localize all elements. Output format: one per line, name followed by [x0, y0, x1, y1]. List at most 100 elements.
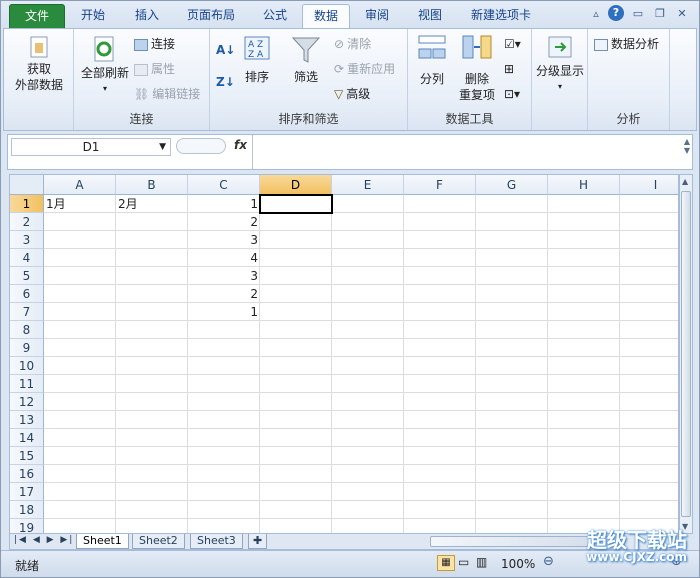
clear-button[interactable]: ⊘ 清除	[334, 35, 371, 53]
reapply-button[interactable]: ⟳ 重新应用	[334, 60, 395, 78]
sheet-tab-1[interactable]: Sheet1	[76, 534, 129, 549]
remove-duplicates-button[interactable]: 删除 重复项	[452, 33, 502, 103]
active-cell-d1[interactable]	[259, 194, 333, 214]
tab-data[interactable]: 数据	[302, 4, 350, 29]
normal-view-icon[interactable]: ▦	[437, 555, 455, 571]
sort-za-icon[interactable]: Z↓	[216, 73, 235, 91]
cell-c7[interactable]: 1	[188, 303, 260, 321]
zoom-level[interactable]: 100%	[501, 557, 535, 571]
table-row	[44, 519, 678, 533]
minimize-icon[interactable]: ▭	[630, 7, 646, 21]
tab-insert[interactable]: 插入	[125, 4, 169, 29]
cell-c2[interactable]: 2	[188, 213, 260, 231]
what-if-icon[interactable]: ⊡▾	[504, 85, 520, 103]
cell-b1[interactable]: 2月	[116, 195, 188, 213]
row-header-19[interactable]: 19	[10, 519, 44, 533]
name-box-dropdown-icon[interactable]: ▼	[159, 139, 166, 155]
row-header-14[interactable]: 14	[10, 429, 44, 447]
row-header-12[interactable]: 12	[10, 393, 44, 411]
outline-button[interactable]: 分级显示 ▾	[534, 35, 586, 95]
zoom-out-icon[interactable]: ⊖	[543, 554, 554, 569]
column-header-i[interactable]: I	[620, 175, 678, 195]
row-header-18[interactable]: 18	[10, 501, 44, 519]
row-header-7[interactable]: 7	[10, 303, 44, 321]
get-external-data-button[interactable]: 获取 外部数据	[8, 35, 70, 93]
row-header-2[interactable]: 2	[10, 213, 44, 231]
properties-button[interactable]: 属性	[134, 60, 175, 78]
tab-review[interactable]: 审阅	[355, 4, 399, 29]
column-header-b[interactable]: B	[116, 175, 188, 195]
row-header-13[interactable]: 13	[10, 411, 44, 429]
table-row	[44, 303, 678, 321]
tab-formulas[interactable]: 公式	[253, 4, 297, 29]
horizontal-scroll-thumb[interactable]	[430, 536, 610, 547]
column-header-e[interactable]: E	[332, 175, 404, 195]
cell-c6[interactable]: 2	[188, 285, 260, 303]
close-icon[interactable]: ✕	[674, 7, 690, 21]
tab-view[interactable]: 视图	[408, 4, 452, 29]
formula-input[interactable]	[252, 135, 692, 169]
filter-button[interactable]: 筛选	[286, 35, 326, 85]
data-validation-icon[interactable]: ☑▾	[504, 35, 521, 53]
insert-function-button[interactable]: fx	[234, 138, 247, 152]
data-analysis-button[interactable]: 数据分析	[594, 35, 659, 53]
tab-new-tab[interactable]: 新建选项卡	[459, 4, 543, 29]
row-header-8[interactable]: 8	[10, 321, 44, 339]
column-header-h[interactable]: H	[548, 175, 620, 195]
cell-c3[interactable]: 3	[188, 231, 260, 249]
help-icon[interactable]: ?	[608, 5, 624, 21]
tab-page-layout[interactable]: 页面布局	[179, 4, 243, 29]
row-header-3[interactable]: 3	[10, 231, 44, 249]
row-header-9[interactable]: 9	[10, 339, 44, 357]
column-header-a[interactable]: A	[44, 175, 116, 195]
row-header-16[interactable]: 16	[10, 465, 44, 483]
status-ready: 就绪	[15, 559, 40, 573]
restore-icon[interactable]: ❐	[652, 7, 668, 21]
consolidate-icon[interactable]: ⊞	[504, 60, 514, 78]
row-header-4[interactable]: 4	[10, 249, 44, 267]
row-header-5[interactable]: 5	[10, 267, 44, 285]
cell-a1[interactable]: 1月	[44, 195, 116, 213]
sheet-nav-icon[interactable]: |◀ ◀ ▶ ▶|	[14, 535, 74, 545]
tab-home[interactable]: 开始	[71, 4, 115, 29]
text-to-columns-button[interactable]: 分列	[414, 33, 450, 87]
row-header-17[interactable]: 17	[10, 483, 44, 501]
cell-c4[interactable]: 4	[188, 249, 260, 267]
table-row	[44, 483, 678, 501]
page-break-view-icon[interactable]: ▥	[476, 555, 487, 569]
formula-bar: D1 ▼ fx ▲ ▼	[7, 134, 693, 170]
scroll-up-icon[interactable]: ▲	[682, 177, 688, 186]
worksheet-grid[interactable]: A B C D E F G H I 1 2 3 4 5 6 7 8 9 10 11 12 13 14 15 16 17 18 19 1月…	[9, 174, 679, 534]
cell-c5[interactable]: 3	[188, 267, 260, 285]
column-header-c[interactable]: C	[188, 175, 260, 195]
vertical-scrollbar[interactable]: ▲ ▼	[679, 174, 693, 534]
sheet-tab-3[interactable]: Sheet3	[190, 534, 243, 549]
connections-button[interactable]: 连接	[134, 35, 175, 53]
sort-az-icon[interactable]: A↓	[216, 41, 235, 59]
tab-file[interactable]: 文件	[9, 4, 65, 29]
advanced-button[interactable]: ▽ 高级	[334, 85, 370, 103]
column-header-f[interactable]: F	[404, 175, 476, 195]
row-header-1[interactable]: 1	[10, 195, 44, 213]
sheet-tab-2[interactable]: Sheet2	[132, 534, 185, 549]
insert-sheet-icon[interactable]: ✚	[248, 534, 268, 549]
row-header-11[interactable]: 11	[10, 375, 44, 393]
formula-expand-icon[interactable]: ▲ ▼	[684, 137, 690, 155]
group-sort-filter: A↓ Z↓ A ZZ A 排序 筛选 ⊘ 清除 ⟳ 重新应用 ▽ 高级 排序和筛选	[210, 29, 408, 130]
cell-c1[interactable]: 1	[188, 195, 260, 213]
ribbon-minimize-icon[interactable]: ▵	[588, 7, 604, 21]
refresh-all-button[interactable]: 全部刷新 ▾	[78, 35, 132, 97]
select-all-corner[interactable]	[10, 175, 44, 195]
row-header-6[interactable]: 6	[10, 285, 44, 303]
row-header-15[interactable]: 15	[10, 447, 44, 465]
vertical-scroll-thumb[interactable]	[681, 191, 691, 517]
edit-links-button[interactable]: ⛓ 编辑链接	[134, 85, 200, 103]
splitter-handle[interactable]	[176, 138, 226, 154]
name-box[interactable]: D1 ▼	[11, 138, 171, 156]
sort-button[interactable]: A ZZ A 排序	[240, 35, 274, 85]
column-header-d[interactable]: D	[260, 175, 332, 195]
connections-icon	[134, 38, 148, 51]
page-layout-view-icon[interactable]: ▭	[458, 555, 469, 569]
column-header-g[interactable]: G	[476, 175, 548, 195]
row-header-10[interactable]: 10	[10, 357, 44, 375]
